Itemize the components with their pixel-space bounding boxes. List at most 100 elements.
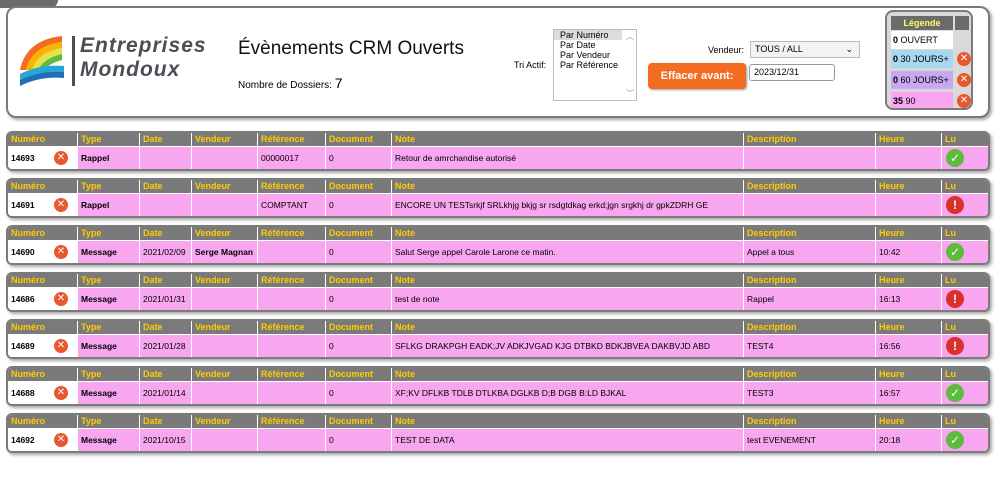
cell-reference [258, 335, 326, 357]
vendeur-label: Vendeur: [708, 45, 745, 55]
cell-type: Message [78, 241, 140, 263]
col-description-header: Description [744, 368, 876, 381]
cell-heure [876, 147, 942, 169]
cell-reference: 00000017 [258, 147, 326, 169]
delete-record-icon[interactable]: ✕ [54, 339, 68, 353]
chevron-down-icon: ⌄ [845, 44, 853, 54]
legend-panel: Légende 0 OUVERT 0 30 JOURS+ ✕ 0 60 JOUR… [885, 10, 973, 110]
delete-record-icon[interactable]: ✕ [54, 245, 68, 259]
cell-lu[interactable]: ! [942, 194, 988, 216]
col-numero-header: Numéro [8, 321, 78, 334]
table-row: 14688 ✕ Message 2021/01/14 0 XF;KV DFLKB… [8, 382, 988, 404]
col-date-header: Date [140, 368, 192, 381]
col-document-header: Document [326, 368, 392, 381]
col-date-header: Date [140, 274, 192, 287]
cell-type: Message [78, 335, 140, 357]
record-number: 14686 [11, 294, 35, 304]
col-vendeur-header: Vendeur [192, 133, 258, 146]
cell-reference [258, 429, 326, 451]
cell-note: test de note [392, 288, 744, 310]
col-note-header: Note [392, 415, 744, 428]
cell-heure [876, 194, 942, 216]
col-numero-header: Numéro [8, 227, 78, 240]
record-panel-14693: Numéro Type Date Vendeur Référence Docum… [6, 131, 990, 171]
clear-before-date-input[interactable]: 2023/12/31 [749, 64, 835, 81]
cell-lu[interactable]: ✓ [942, 382, 988, 404]
delete-30-icon[interactable]: ✕ [957, 52, 971, 66]
record-number: 14693 [11, 153, 35, 163]
dossier-count: Nombre de Dossiers: 7 [238, 75, 343, 91]
col-numero-header: Numéro [8, 368, 78, 381]
col-heure-header: Heure [876, 415, 942, 428]
unread-alert-icon[interactable]: ! [946, 196, 964, 214]
cell-date [140, 147, 192, 169]
col-description-header: Description [744, 180, 876, 193]
delete-record-icon[interactable]: ✕ [54, 151, 68, 165]
record-header-row: Numéro Type Date Vendeur Référence Docum… [8, 321, 988, 334]
col-lu-header: Lu [942, 227, 988, 240]
cell-numero: 14689 ✕ [8, 335, 78, 357]
cell-reference: COMPTANT [258, 194, 326, 216]
page-title: Évènements CRM Ouverts [238, 38, 464, 59]
sort-option-reference[interactable]: Par Référence [554, 60, 636, 70]
table-row: 14690 ✕ Message 2021/02/09 Serge Magnan … [8, 241, 988, 263]
legend-count: 0 [893, 54, 899, 64]
sort-option-date[interactable]: Par Date [554, 40, 636, 50]
sort-listbox[interactable]: Par Numéro Par Date Par Vendeur Par Réfé… [553, 29, 637, 101]
read-check-icon[interactable]: ✓ [946, 149, 964, 167]
record-header-row: Numéro Type Date Vendeur Référence Docum… [8, 180, 988, 193]
sort-option-vendeur[interactable]: Par Vendeur [554, 50, 636, 60]
logo-line-1: Entreprises [80, 34, 207, 57]
cell-lu[interactable]: ✓ [942, 147, 988, 169]
cell-description: Appel a tous [744, 241, 876, 263]
unread-alert-icon[interactable]: ! [946, 290, 964, 308]
read-check-icon[interactable]: ✓ [946, 431, 964, 449]
col-note-header: Note [392, 321, 744, 334]
col-lu-header: Lu [942, 180, 988, 193]
col-description-header: Description [744, 133, 876, 146]
delete-90-icon[interactable]: ✕ [957, 94, 971, 108]
delete-record-icon[interactable]: ✕ [54, 292, 68, 306]
clear-before-button[interactable]: Effacer avant: [648, 63, 746, 89]
scroll-down-icon[interactable]: ﹀ [626, 88, 634, 99]
delete-record-icon[interactable]: ✕ [54, 198, 68, 212]
sort-option-numero[interactable]: Par Numéro [554, 30, 622, 40]
col-reference-header: Référence [258, 133, 326, 146]
record-panel-14689: Numéro Type Date Vendeur Référence Docum… [6, 319, 990, 359]
cell-lu[interactable]: ✓ [942, 429, 988, 451]
delete-record-icon[interactable]: ✕ [54, 433, 68, 447]
read-check-icon[interactable]: ✓ [946, 384, 964, 402]
cell-heure: 20:18 [876, 429, 942, 451]
col-reference-header: Référence [258, 274, 326, 287]
cell-vendeur [192, 335, 258, 357]
cell-document: 0 [326, 429, 392, 451]
col-document-header: Document [326, 180, 392, 193]
col-description-header: Description [744, 415, 876, 428]
legend-row-ouvert: 0 OUVERT [891, 31, 953, 49]
col-vendeur-header: Vendeur [192, 227, 258, 240]
cell-document: 0 [326, 335, 392, 357]
col-lu-header: Lu [942, 133, 988, 146]
cell-reference [258, 241, 326, 263]
cell-lu[interactable]: ✓ [942, 241, 988, 263]
vendeur-selected-value: TOUS / ALL [755, 44, 803, 54]
col-heure-header: Heure [876, 274, 942, 287]
vendeur-select[interactable]: TOUS / ALL ⌄ [750, 41, 860, 58]
col-type-header: Type [78, 274, 140, 287]
cell-vendeur [192, 194, 258, 216]
cell-date: 2021/10/15 [140, 429, 192, 451]
cell-lu[interactable]: ! [942, 335, 988, 357]
unread-alert-icon[interactable]: ! [946, 337, 964, 355]
cell-description [744, 194, 876, 216]
legend-count: 0 [893, 75, 899, 85]
logo-divider [72, 36, 75, 86]
delete-60-icon[interactable]: ✕ [957, 73, 971, 87]
record-panel-14690: Numéro Type Date Vendeur Référence Docum… [6, 225, 990, 265]
read-check-icon[interactable]: ✓ [946, 243, 964, 261]
delete-record-icon[interactable]: ✕ [54, 386, 68, 400]
col-document-header: Document [326, 274, 392, 287]
col-lu-header: Lu [942, 274, 988, 287]
cell-lu[interactable]: ! [942, 288, 988, 310]
record-number: 14692 [11, 435, 35, 445]
scroll-up-icon[interactable]: ︿ [626, 31, 634, 42]
